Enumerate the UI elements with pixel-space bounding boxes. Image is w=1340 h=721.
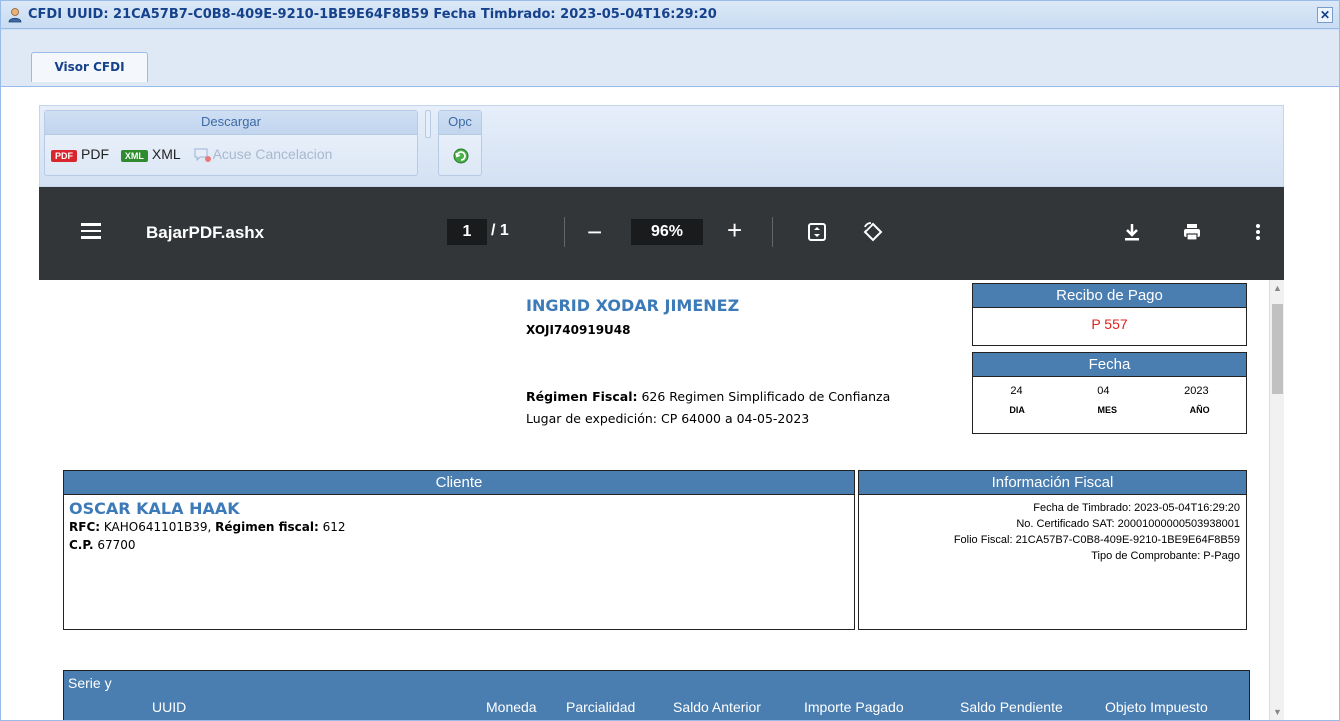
pdf-download-button[interactable]: PDF PDF (51, 146, 109, 162)
menu-icon[interactable] (81, 223, 101, 239)
recibo-value: P 557 (1091, 316, 1128, 332)
cliente-rfc-line: RFC: KAHO641101B39, Régimen fiscal: 612 (69, 518, 854, 536)
close-button[interactable]: ✕ (1317, 7, 1333, 23)
fecha-anio: 2023 (1184, 385, 1209, 397)
speech-bubble-icon (194, 148, 211, 162)
toolbar-divider (772, 217, 773, 247)
xml-label: XML (151, 146, 181, 163)
scroll-down-arrow[interactable]: ▼ (1270, 704, 1285, 720)
cliente-cp-value: 67700 (93, 538, 136, 552)
descargar-group-title: Descargar (45, 111, 417, 135)
th-saldo-anterior: Saldo Anterior (673, 699, 761, 715)
issuer-name: INGRID XODAR JIMENEZ (526, 296, 740, 315)
fecha-mes-label: MES (1097, 405, 1117, 415)
issuer-rfc: XOJI740919U48 (526, 323, 631, 337)
fecha-values: 24 04 2023 (973, 385, 1246, 397)
pdf-filename: BajarPDF.ashx (146, 223, 265, 242)
ribbon-toolbar: Descargar PDF PDF XML XML Acuse Cancelacio… (39, 105, 1284, 187)
cliente-rfc-value: KAHO641101B39, (100, 520, 216, 534)
fecha-dia: 24 (1010, 385, 1023, 397)
cliente-rfc-label: RFC: (69, 520, 101, 534)
th-serie: Serie y (68, 675, 112, 691)
pdf-scrollbar[interactable]: ▲ ▼ (1269, 280, 1284, 720)
scroll-thumb[interactable] (1272, 304, 1283, 394)
more-options-icon[interactable] (1247, 221, 1269, 243)
pdf-page: INGRID XODAR JIMENEZ XOJI740919U48 Régim… (39, 280, 1269, 720)
print-icon[interactable] (1181, 221, 1203, 243)
acuse-cancelacion-button[interactable]: Acuse Cancelacion (193, 145, 333, 163)
cfdi-window: CFDI UUID: 21CA57B7-C0B8-409E-9210-1BE9E… (0, 0, 1340, 721)
fecha-title: Fecha (973, 353, 1246, 377)
fecha-labels: DIA MES AÑO (973, 405, 1246, 415)
fecha-mes: 04 (1097, 385, 1110, 397)
info-fiscal-lines: Fecha de Timbrado: 2023-05-04T16:29:20 N… (859, 500, 1246, 564)
cliente-name: OSCAR KALA HAAK (69, 499, 240, 518)
pagos-table-header: Serie y UUID Moneda Parcialidad Saldo An… (63, 670, 1250, 720)
cliente-box: Cliente OSCAR KALA HAAK RFC: KAHO641101B… (63, 470, 855, 630)
th-saldo-pendiente: Saldo Pendiente (960, 699, 1063, 715)
acuse-label: Acuse Cancelacion (212, 145, 333, 162)
fecha-timbrado: Fecha de Timbrado: 2023-05-04T16:29:20 (1033, 502, 1240, 514)
descargar-group-items: PDF PDF XML XML Acuse Cancelacion (51, 145, 340, 165)
recibo-title: Recibo de Pago (973, 284, 1246, 308)
toolbar-divider (564, 217, 565, 247)
cliente-cp-line: C.P. 67700 (69, 536, 854, 554)
opc-group: Opc (438, 110, 482, 176)
tab-strip: Visor CFDI (1, 30, 1339, 87)
th-uuid: UUID (152, 699, 187, 715)
cliente-title: Cliente (64, 471, 854, 495)
fit-page-icon[interactable] (806, 221, 828, 243)
pdf-viewer: BajarPDF.ashx 1 / 1 − 96% + INGRID XODAR… (39, 187, 1284, 720)
regimen-label: Régimen Fiscal: (526, 389, 638, 404)
download-icon[interactable] (1121, 221, 1143, 243)
lugar-expedicion: Lugar de expedición: CP 64000 a 04-05-20… (526, 411, 810, 426)
info-fiscal-box: Información Fiscal Fecha de Timbrado: 20… (858, 470, 1247, 630)
th-moneda: Moneda (486, 699, 537, 715)
no-certificado-sat: No. Certificado SAT: 2000100000050393800… (1016, 518, 1240, 530)
fecha-dia-label: DIA (1009, 405, 1025, 415)
pdf-icon: PDF (51, 149, 77, 162)
regimen-value: 626 Regimen Simplificado de Confianza (637, 389, 891, 404)
xml-icon: XML (120, 149, 148, 162)
user-icon (8, 8, 22, 23)
th-importe-pagado: Importe Pagado (804, 699, 904, 715)
zoom-input[interactable]: 96% (631, 219, 703, 245)
opc-group-title: Opc (439, 111, 481, 135)
fecha-anio-label: AÑO (1189, 405, 1210, 415)
cliente-cp-label: C.P. (69, 538, 94, 552)
xml-download-button[interactable]: XML XML (120, 146, 181, 163)
th-objeto-impuesto: Objeto Impuesto (1105, 699, 1208, 715)
tipo-comprobante: Tipo de Comprobante: P-Pago (1091, 550, 1240, 562)
folio-fiscal: Folio Fiscal: 21CA57B7-C0B8-409E-9210-1B… (953, 534, 1240, 546)
pdf-label: PDF (81, 146, 109, 163)
scroll-up-arrow[interactable]: ▲ (1270, 280, 1285, 296)
tab-body: Descargar PDF PDF XML XML Acuse Cancelacio… (1, 87, 1339, 720)
recibo-box: Recibo de Pago P 557 (972, 283, 1247, 346)
zoom-in-button[interactable]: + (727, 215, 742, 246)
tab-visor-cfdi[interactable]: Visor CFDI (31, 52, 148, 82)
cliente-regimen-value: 612 (318, 520, 346, 534)
info-fiscal-title: Información Fiscal (859, 471, 1246, 495)
cliente-regimen-label: Régimen fiscal: (215, 520, 319, 534)
th-parcialidad: Parcialidad (566, 699, 636, 715)
descargar-group: Descargar PDF PDF XML XML Acuse Cancelacio… (44, 110, 418, 176)
toolbar-separator (425, 110, 431, 138)
window-titlebar[interactable]: CFDI UUID: 21CA57B7-C0B8-409E-9210-1BE9E… (1, 1, 1339, 29)
page-total: / 1 (491, 222, 509, 239)
window-title: CFDI UUID: 21CA57B7-C0B8-409E-9210-1BE9E… (28, 7, 717, 22)
fecha-box: Fecha 24 04 2023 DIA MES AÑO (972, 352, 1247, 434)
pdf-viewer-toolbar: BajarPDF.ashx 1 / 1 − 96% + (39, 187, 1284, 280)
rotate-icon[interactable] (862, 221, 884, 243)
page-number-input[interactable]: 1 (447, 219, 487, 245)
issuer-regimen: Régimen Fiscal: 626 Regimen Simplificado… (526, 389, 890, 404)
refresh-icon[interactable] (452, 147, 470, 165)
zoom-out-button[interactable]: − (587, 217, 602, 248)
